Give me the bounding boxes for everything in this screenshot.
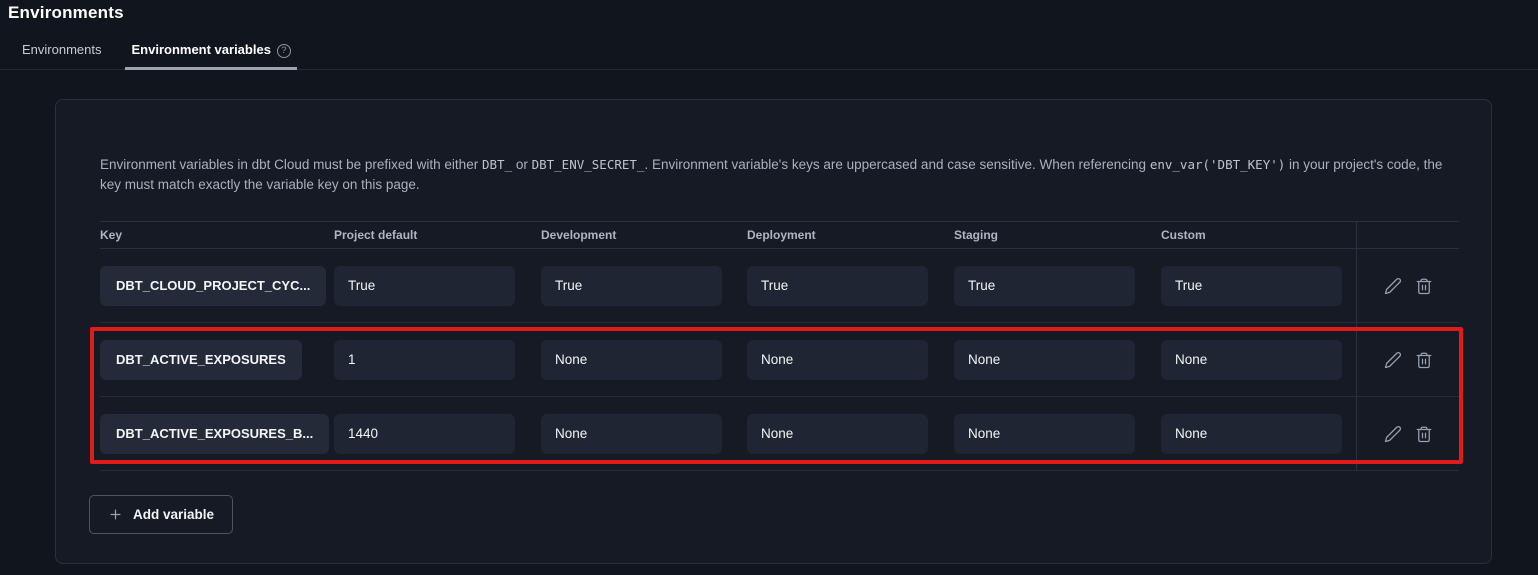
value-deployment: None: [747, 340, 928, 380]
delete-trash-icon[interactable]: [1415, 351, 1433, 369]
row-actions: [1356, 249, 1459, 322]
table-row: DBT_CLOUD_PROJECT_CYC... True True True …: [100, 249, 1459, 323]
add-variable-button[interactable]: Add variable: [89, 495, 233, 534]
tab-environments[interactable]: Environments: [16, 38, 107, 70]
value-staging: None: [954, 340, 1135, 380]
value-custom: None: [1161, 340, 1342, 380]
delete-trash-icon[interactable]: [1415, 425, 1433, 443]
variable-key-pill: DBT_ACTIVE_EXPOSURES: [100, 340, 302, 380]
header-staging: Staging: [954, 228, 1161, 242]
edit-pencil-icon[interactable]: [1384, 425, 1402, 443]
value-development: None: [541, 414, 722, 454]
table-row: DBT_ACTIVE_EXPOSURES 1 None None None No…: [100, 323, 1459, 397]
tab-environment-variables-label: Environment variables: [131, 42, 270, 57]
variable-key-pill: DBT_ACTIVE_EXPOSURES_B...: [100, 414, 329, 454]
value-project-default: 1: [334, 340, 515, 380]
description-part: or: [512, 157, 532, 172]
variables-table: Key Project default Development Deployme…: [100, 221, 1459, 471]
add-variable-label: Add variable: [133, 507, 214, 522]
plus-icon: [108, 507, 123, 522]
code-dbt-env-secret-prefix: DBT_ENV_SECRET_: [532, 157, 645, 172]
variable-key-pill: DBT_CLOUD_PROJECT_CYC...: [100, 266, 326, 306]
value-development: None: [541, 340, 722, 380]
table-row: DBT_ACTIVE_EXPOSURES_B... 1440 None None…: [100, 397, 1459, 471]
value-custom: True: [1161, 266, 1342, 306]
value-project-default: True: [334, 266, 515, 306]
description-part: Environment variables in dbt Cloud must …: [100, 157, 482, 172]
edit-pencil-icon[interactable]: [1384, 351, 1402, 369]
tab-bar: Environments Environment variables?: [0, 38, 1538, 70]
page-title: Environments: [0, 0, 1538, 23]
value-project-default: 1440: [334, 414, 515, 454]
header-deployment: Deployment: [747, 228, 954, 242]
code-dbt-prefix: DBT_: [482, 157, 512, 172]
help-icon[interactable]: ?: [277, 44, 291, 58]
header-key: Key: [100, 228, 334, 242]
value-development: True: [541, 266, 722, 306]
row-actions: [1356, 323, 1459, 396]
value-staging: None: [954, 414, 1135, 454]
description-text: Environment variables in dbt Cloud must …: [100, 155, 1447, 195]
edit-pencil-icon[interactable]: [1384, 277, 1402, 295]
header-actions: [1356, 222, 1459, 248]
header-custom: Custom: [1161, 228, 1356, 242]
delete-trash-icon[interactable]: [1415, 277, 1433, 295]
table-header-row: Key Project default Development Deployme…: [100, 221, 1459, 249]
value-deployment: True: [747, 266, 928, 306]
environment-variables-card: Environment variables in dbt Cloud must …: [55, 99, 1492, 564]
header-project-default: Project default: [334, 228, 541, 242]
environment-variables-page: Environments Environments Environment va…: [0, 0, 1538, 575]
description-part: . Environment variable's keys are upperc…: [644, 157, 1149, 172]
row-actions: [1356, 397, 1459, 470]
code-env-var-example: env_var('DBT_KEY'): [1150, 157, 1285, 172]
header-development: Development: [541, 228, 747, 242]
value-staging: True: [954, 266, 1135, 306]
value-deployment: None: [747, 414, 928, 454]
value-custom: None: [1161, 414, 1342, 454]
tab-environment-variables[interactable]: Environment variables?: [125, 38, 296, 70]
